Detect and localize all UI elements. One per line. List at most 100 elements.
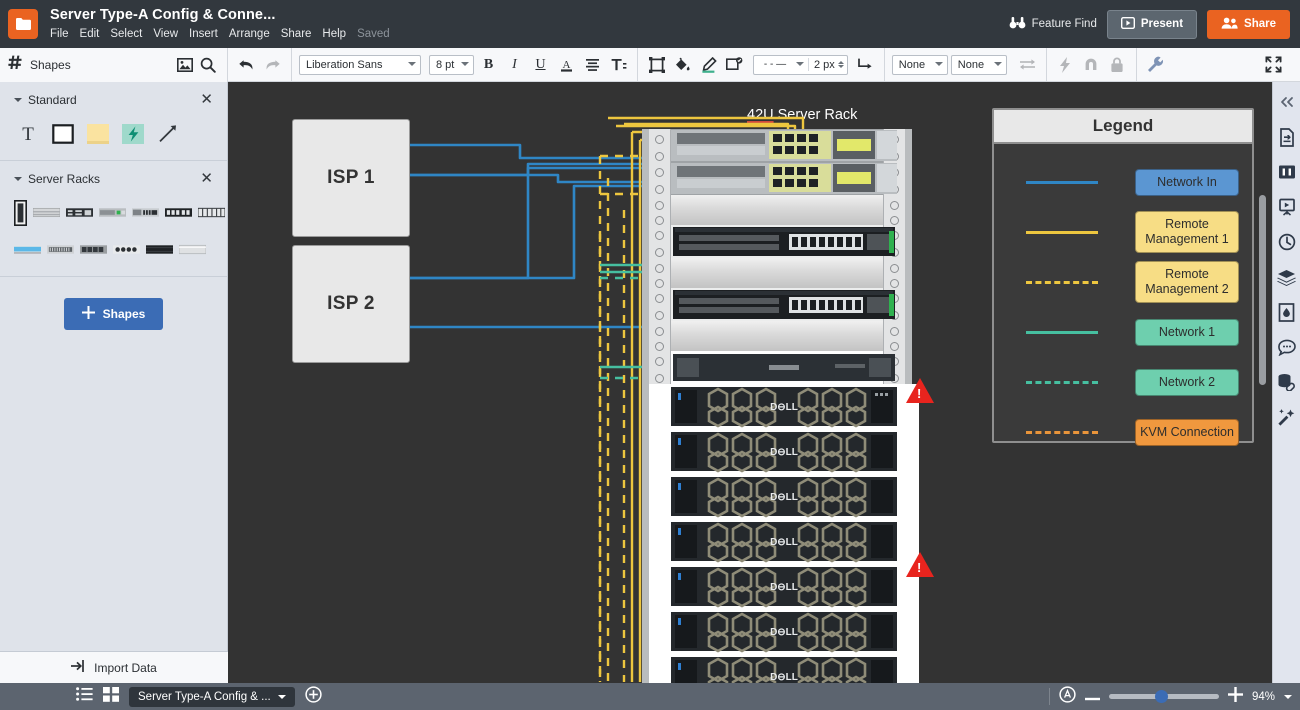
- swap-arrows-icon[interactable]: [1016, 53, 1039, 76]
- line-weight-control[interactable]: 2 px: [808, 58, 847, 71]
- caret-down-icon[interactable]: [14, 177, 22, 185]
- wrench-icon[interactable]: [1144, 53, 1167, 76]
- theme-icon[interactable]: [1275, 300, 1299, 324]
- dell-server-1[interactable]: D⊖LL: [649, 384, 905, 429]
- folder-icon[interactable]: [8, 9, 38, 39]
- layers-icon[interactable]: [1275, 265, 1299, 289]
- presentation-icon[interactable]: [1275, 195, 1299, 219]
- text-options-icon[interactable]: [607, 53, 630, 76]
- comment-icon[interactable]: [1275, 335, 1299, 359]
- core-switch-1[interactable]: [649, 129, 905, 162]
- share-button[interactable]: Share: [1207, 10, 1290, 39]
- document-icon[interactable]: [1275, 125, 1299, 149]
- kvm-appliance[interactable]: [649, 351, 905, 384]
- storage-array-shape[interactable]: [113, 236, 140, 263]
- arrow-start-select[interactable]: None: [892, 55, 948, 75]
- close-icon[interactable]: ✕: [200, 173, 213, 185]
- image-icon[interactable]: [173, 53, 196, 76]
- spinner-icon[interactable]: [838, 58, 844, 71]
- blank-panel-shape[interactable]: [33, 199, 60, 226]
- access-switch-2[interactable]: [649, 288, 905, 321]
- blank-panel-2[interactable]: [649, 258, 905, 288]
- text-shape[interactable]: T: [14, 120, 41, 147]
- appliance-shape[interactable]: [132, 199, 159, 226]
- caret-down-icon[interactable]: [278, 695, 286, 703]
- cable-mgmt-shape[interactable]: [198, 199, 225, 226]
- magic-wand-icon[interactable]: [1275, 405, 1299, 429]
- bold-button[interactable]: B: [477, 53, 500, 76]
- blank-panel-3[interactable]: [649, 321, 905, 351]
- line-style-control[interactable]: - - — 2 px: [753, 55, 848, 75]
- menu-item-view[interactable]: View: [153, 27, 178, 41]
- paint-bucket-icon[interactable]: [671, 53, 694, 76]
- add-shapes-button[interactable]: Shapes: [64, 298, 164, 330]
- plus-icon[interactable]: [1228, 687, 1243, 707]
- isp-1-node[interactable]: ISP 1: [292, 119, 410, 237]
- zoom-slider[interactable]: [1109, 694, 1219, 699]
- fullscreen-icon[interactable]: [1262, 53, 1285, 76]
- sheet-tab[interactable]: Server Type-A Config & ...: [129, 687, 295, 707]
- canvas-vertical-scrollbar[interactable]: [1259, 195, 1266, 385]
- legend-panel[interactable]: Legend Network In Remote Management 1: [992, 108, 1254, 443]
- rectangle-shape[interactable]: [49, 120, 76, 147]
- menu-item-edit[interactable]: Edit: [80, 27, 100, 41]
- close-icon[interactable]: ✕: [200, 94, 213, 106]
- lightning-icon[interactable]: [1054, 53, 1077, 76]
- server-rack[interactable]: D⊖LL D⊖LL D⊖LL D⊖LL D⊖LL D⊖LL: [642, 129, 912, 683]
- shapes-grid-icon[interactable]: [8, 55, 23, 75]
- black-1u-shape[interactable]: [146, 236, 173, 263]
- access-switch-1[interactable]: [649, 225, 905, 258]
- lightning-shape[interactable]: [119, 120, 146, 147]
- menu-item-share[interactable]: Share: [281, 27, 312, 41]
- sticky-note-shape[interactable]: [84, 120, 111, 147]
- underline-button[interactable]: U: [529, 53, 552, 76]
- core-switch-2[interactable]: [649, 162, 905, 195]
- data-link-icon[interactable]: [1275, 370, 1299, 394]
- lock-icon[interactable]: [1106, 53, 1129, 76]
- fit-to-screen-icon[interactable]: [1059, 686, 1076, 708]
- list-view-icon[interactable]: [76, 687, 93, 706]
- menu-item-insert[interactable]: Insert: [189, 27, 218, 41]
- magnet-icon[interactable]: [1080, 53, 1103, 76]
- feature-find-button[interactable]: Feature Find: [1009, 16, 1097, 32]
- caret-down-icon[interactable]: [14, 98, 22, 106]
- switch-green-shape[interactable]: [99, 199, 126, 226]
- menu-item-arrange[interactable]: Arrange: [229, 27, 270, 41]
- palette-header-standard[interactable]: Standard ✕: [14, 90, 213, 110]
- isp-2-node[interactable]: ISP 2: [292, 245, 410, 363]
- clock-icon[interactable]: [1275, 230, 1299, 254]
- dell-server-2[interactable]: D⊖LL: [649, 429, 905, 474]
- collapse-icon[interactable]: [1275, 90, 1299, 114]
- align-icon[interactable]: [581, 53, 604, 76]
- patch-panel-shape[interactable]: [165, 199, 192, 226]
- grid-view-icon[interactable]: [103, 687, 119, 707]
- import-data-button[interactable]: Import Data: [0, 651, 228, 683]
- redo-icon[interactable]: [261, 53, 284, 76]
- menu-item-help[interactable]: Help: [322, 27, 346, 41]
- shape-border-icon[interactable]: [645, 53, 668, 76]
- menu-item-file[interactable]: File: [50, 27, 69, 41]
- minus-icon[interactable]: [1085, 688, 1100, 706]
- font-color-icon[interactable]: A: [555, 53, 578, 76]
- server-dense-shape[interactable]: [47, 236, 74, 263]
- menu-item-select[interactable]: Select: [110, 27, 142, 41]
- arrow-end-select[interactable]: None: [951, 55, 1007, 75]
- arrow-shape[interactable]: [154, 120, 181, 147]
- connector-icon[interactable]: [854, 53, 877, 76]
- switch-1u-shape[interactable]: [66, 199, 93, 226]
- rack-cabinet-shape[interactable]: [14, 199, 27, 226]
- plus-circle-icon[interactable]: [305, 686, 322, 708]
- search-icon[interactable]: [196, 53, 219, 76]
- dell-server-6[interactable]: D⊖LL: [649, 609, 905, 654]
- blue-panel-shape[interactable]: [14, 236, 41, 263]
- warning-icon[interactable]: [906, 552, 934, 577]
- font-size-select[interactable]: 8 pt: [429, 55, 474, 75]
- dell-server-3[interactable]: D⊖LL: [649, 474, 905, 519]
- italic-button[interactable]: I: [503, 53, 526, 76]
- shape-style-icon[interactable]: [723, 53, 746, 76]
- palette-header-server-racks[interactable]: Server Racks ✕: [14, 169, 213, 189]
- diagram-canvas[interactable]: 42U Server Rack ISP 1 ISP 2: [228, 82, 1272, 683]
- warning-icon[interactable]: [906, 378, 934, 403]
- dell-server-7[interactable]: D⊖LL: [649, 654, 905, 683]
- quotes-icon[interactable]: [1275, 160, 1299, 184]
